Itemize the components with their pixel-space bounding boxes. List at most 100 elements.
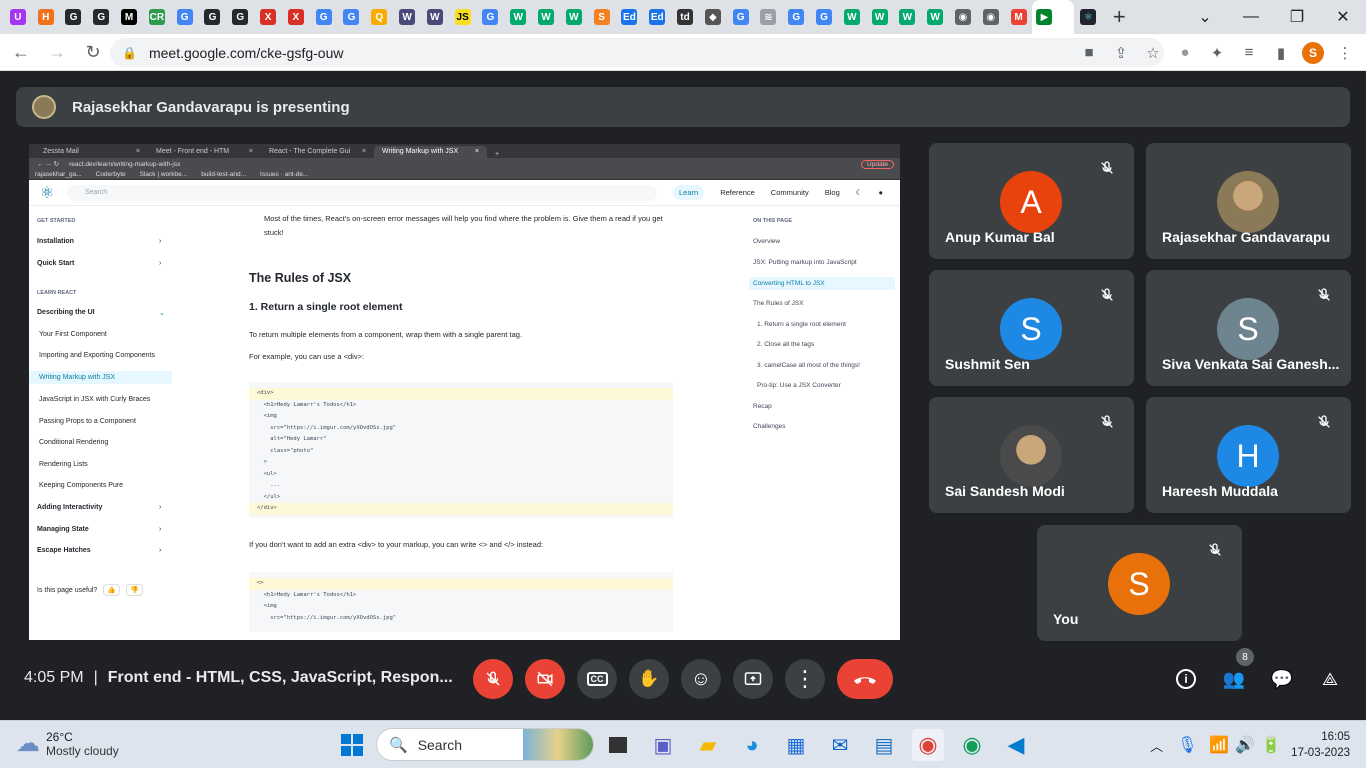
raise-hand-button[interactable]: ✋ — [629, 659, 669, 699]
browser-tab[interactable]: td — [671, 0, 699, 34]
close-tab-icon[interactable]: ✕ — [1054, 9, 1070, 25]
bookmark-star-icon[interactable]: ☆ — [1142, 42, 1164, 64]
browser-tab[interactable]: CR — [143, 0, 171, 34]
captions-button[interactable]: CC — [577, 659, 617, 699]
weather-widget[interactable]: ☁ 26°C Mostly cloudy — [16, 729, 119, 758]
browser-tab[interactable]: G — [782, 0, 810, 34]
browser-tab[interactable]: W — [560, 0, 588, 34]
sidebar-item: Keeping Components Pure — [39, 482, 124, 489]
activities-button[interactable]: ⟁ — [1316, 665, 1344, 693]
browser-tab[interactable]: Ed — [643, 0, 671, 34]
chrome-icon[interactable]: ◉ — [912, 729, 944, 761]
browser-tab[interactable]: G — [60, 0, 88, 34]
browser-tab[interactable]: W — [504, 0, 532, 34]
browser-tab[interactable]: U — [4, 0, 32, 34]
browser-tab[interactable]: X — [282, 0, 310, 34]
chrome-profile-icon[interactable]: ◉ — [956, 729, 988, 761]
mail-icon[interactable]: ✉ — [824, 729, 856, 761]
menu-kebab-icon[interactable]: ⋮ — [1334, 42, 1356, 64]
taskbar-search[interactable]: 🔍 Search — [376, 728, 594, 761]
browser-tab[interactable]: ≋ — [755, 0, 783, 34]
maximize-button[interactable]: ❐ — [1274, 0, 1320, 34]
start-button[interactable] — [336, 729, 368, 761]
participant-tile[interactable]: S Sushmit Sen — [929, 270, 1134, 386]
participant-tile[interactable]: H Hareesh Muddala — [1146, 397, 1351, 513]
browser-tab[interactable]: G — [199, 0, 227, 34]
people-button[interactable]: 👥 — [1220, 665, 1248, 693]
browser-tab[interactable]: ◉ — [977, 0, 1005, 34]
browser-tab-active[interactable]: ▶ ✕ — [1032, 0, 1075, 34]
browser-tab[interactable]: G — [226, 0, 254, 34]
vscode-icon[interactable]: ◀ — [1000, 729, 1032, 761]
file-explorer-icon[interactable]: ▰ — [692, 729, 724, 761]
teams-chat-icon[interactable]: ▣ — [647, 729, 679, 761]
close-window-button[interactable]: ✕ — [1320, 0, 1366, 34]
battery-icon[interactable]: 🔋 — [1261, 735, 1281, 755]
chevron-up-icon[interactable]: ︿ — [1150, 736, 1163, 755]
browser-tab[interactable]: G — [310, 0, 338, 34]
side-panel-icon[interactable]: ▮ — [1270, 42, 1292, 64]
participant-tile[interactable]: Rajasekhar Gandavarapu — [1146, 143, 1351, 259]
browser-tab[interactable]: JS — [449, 0, 477, 34]
back-button[interactable]: ← — [6, 37, 36, 67]
mic-off-button[interactable] — [473, 659, 513, 699]
profile-avatar[interactable]: S — [1302, 41, 1324, 64]
browser-tab[interactable]: M — [1005, 0, 1033, 34]
present-button[interactable] — [733, 659, 773, 699]
share-icon[interactable]: ⇪ — [1110, 42, 1132, 64]
participant-tile[interactable]: S You — [1037, 525, 1242, 641]
browser-tab[interactable]: G — [810, 0, 838, 34]
browser-tab[interactable]: W — [532, 0, 560, 34]
new-tab-button[interactable]: + — [1102, 0, 1136, 34]
emoji-button[interactable]: ☺ — [681, 659, 721, 699]
browser-tab[interactable]: W — [921, 0, 949, 34]
participant-name: Rajasekhar Gandavarapu — [1162, 229, 1331, 245]
grammarly-icon[interactable]: ● — [1174, 42, 1196, 64]
reload-button[interactable]: ↻ — [78, 37, 108, 67]
browser-tab[interactable]: S — [588, 0, 616, 34]
meeting-details-button[interactable]: i — [1172, 665, 1200, 693]
browser-tab[interactable]: X — [254, 0, 282, 34]
browser-tab[interactable]: G — [338, 0, 366, 34]
browser-tab[interactable]: G — [171, 0, 199, 34]
leave-call-button[interactable] — [837, 659, 893, 699]
microphone-icon[interactable]: 🎙 — [1177, 735, 1197, 755]
more-options-button[interactable]: ⋮ — [785, 659, 825, 699]
clock[interactable]: 16:05 17-03-2023 — [1291, 729, 1350, 761]
task-view-button[interactable] — [602, 729, 634, 761]
participant-tile[interactable]: Sai Sandesh Modi — [929, 397, 1134, 513]
wifi-icon[interactable]: 📶 — [1209, 735, 1229, 755]
media-control-icon[interactable]: ≡ — [1238, 42, 1260, 64]
minimize-button[interactable]: — — [1228, 0, 1274, 34]
browser-tab[interactable]: Q — [365, 0, 393, 34]
participant-tile[interactable]: A Anup Kumar Bal — [929, 143, 1134, 259]
browser-tab[interactable]: G — [87, 0, 115, 34]
browser-tab[interactable]: W — [866, 0, 894, 34]
volume-icon[interactable]: 🔊 — [1235, 735, 1255, 755]
browser-tab[interactable]: ◉ — [949, 0, 977, 34]
browser-tab[interactable]: W — [393, 0, 421, 34]
camera-off-button[interactable] — [525, 659, 565, 699]
camera-icon[interactable]: ■ — [1078, 42, 1100, 64]
store-icon[interactable]: ▦ — [780, 729, 812, 761]
browser-tab[interactable]: G — [477, 0, 505, 34]
browser-tab[interactable]: W — [894, 0, 922, 34]
browser-tab[interactable]: H — [32, 0, 60, 34]
browser-tab[interactable]: ◆ — [699, 0, 727, 34]
chat-button[interactable]: 💬 — [1268, 665, 1296, 693]
browser-tab[interactable]: G — [727, 0, 755, 34]
forward-button[interactable]: → — [42, 37, 72, 67]
edge-icon[interactable]: ◕ — [736, 729, 768, 761]
github-icon: ● — [878, 188, 884, 197]
tab-search-icon[interactable]: ⌄ — [1182, 0, 1228, 34]
participant-tile[interactable]: S Siva Venkata Sai Ganesh... — [1146, 270, 1351, 386]
url-bar[interactable]: 🔒 meet.google.com/cke-gsfg-ouw — [110, 38, 1164, 67]
notepad-icon[interactable]: ▤ — [868, 729, 900, 761]
shared-screen[interactable]: Zessta Mail × Meet - Front end - HTM × Rea… — [29, 144, 900, 640]
extensions-icon[interactable]: ✦ — [1206, 42, 1228, 64]
browser-tab[interactable]: W — [838, 0, 866, 34]
browser-tab[interactable]: W — [421, 0, 449, 34]
browser-tab[interactable]: ⚛ — [1074, 0, 1102, 34]
browser-tab[interactable]: M — [115, 0, 143, 34]
browser-tab[interactable]: Ed — [616, 0, 644, 34]
